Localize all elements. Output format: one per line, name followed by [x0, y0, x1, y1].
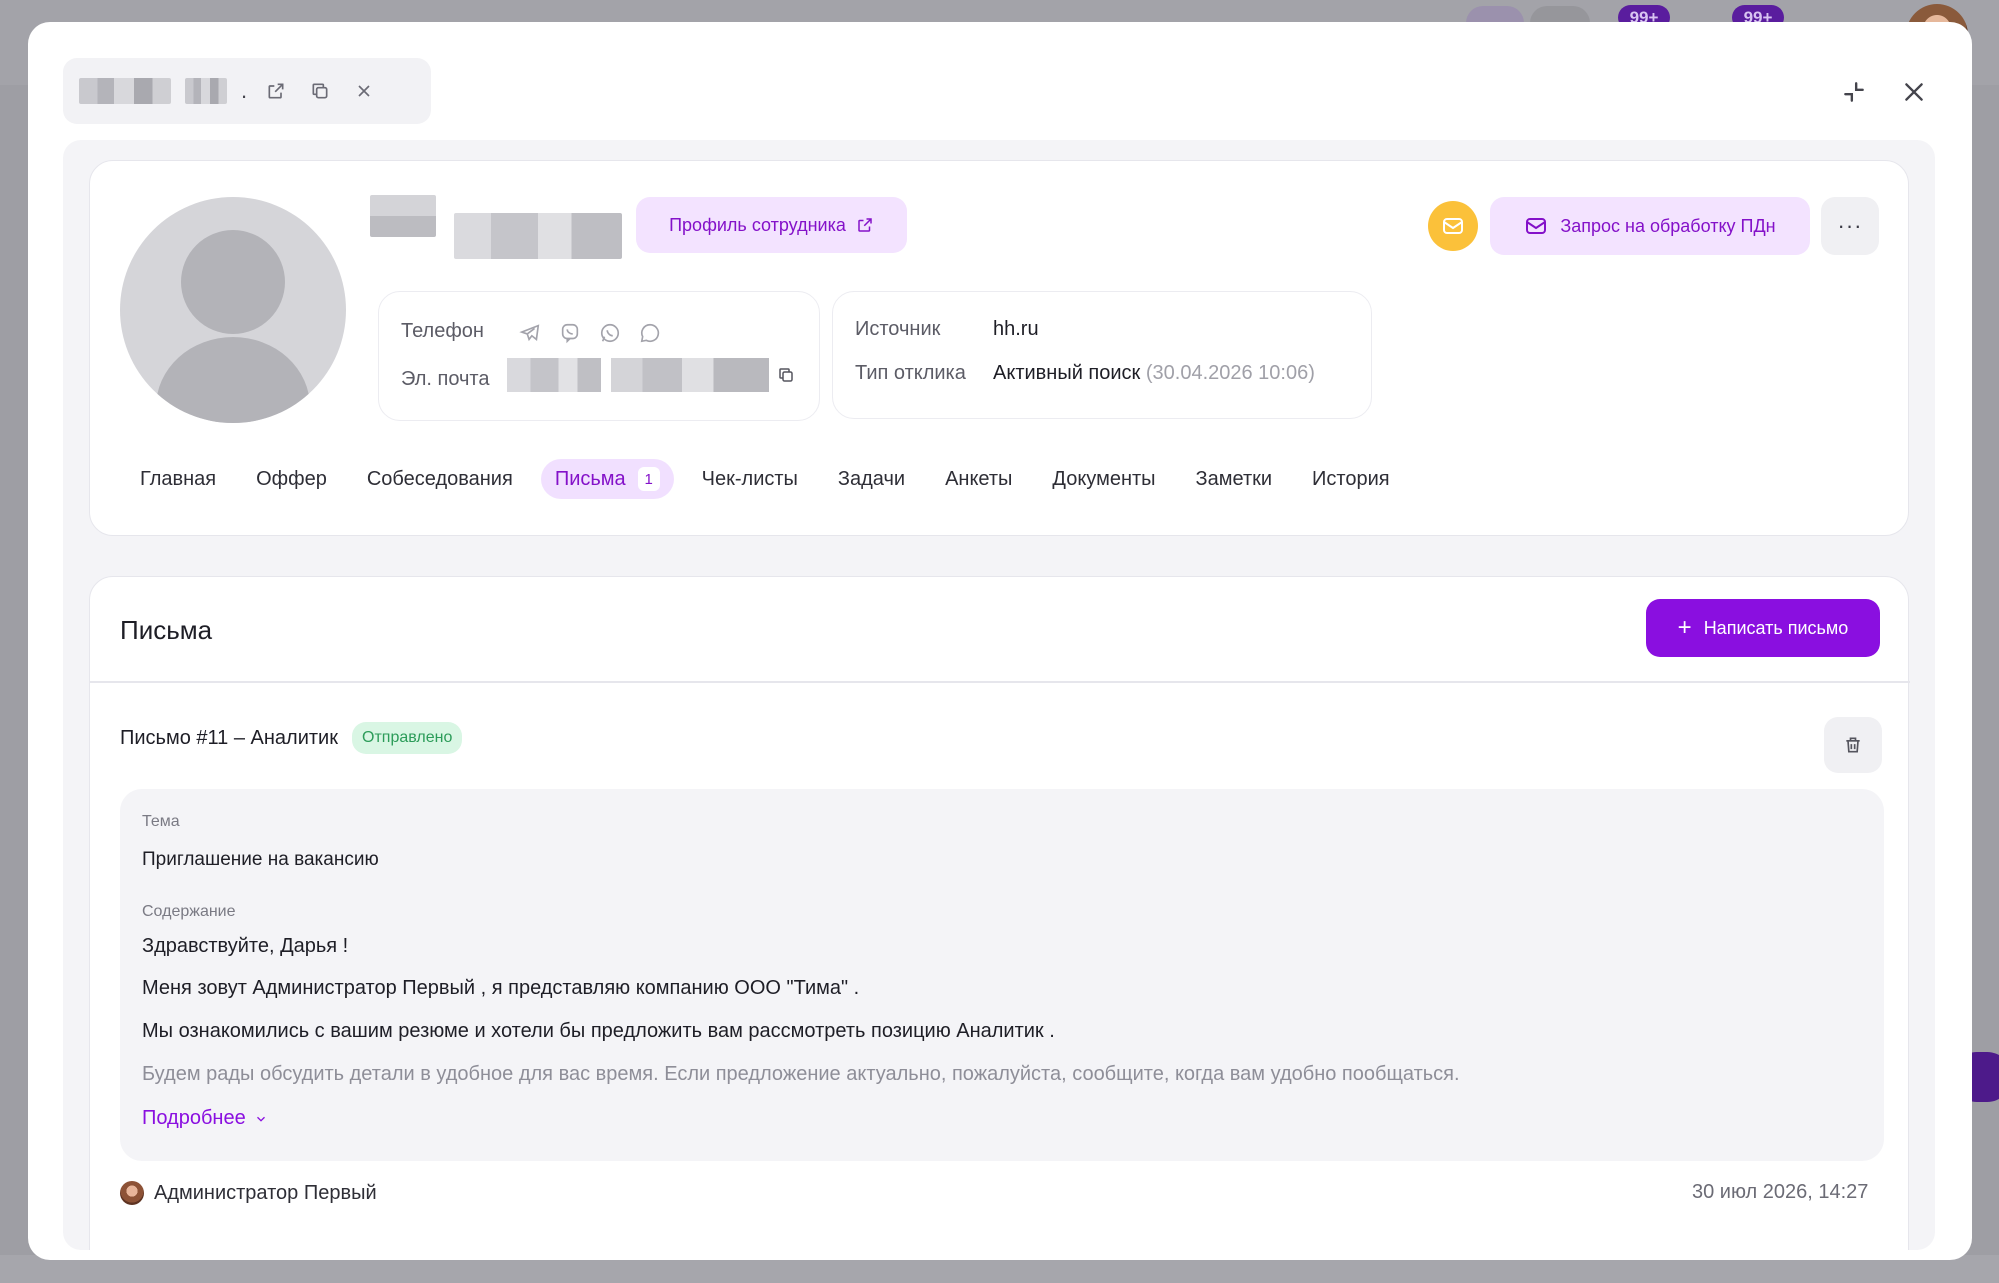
- telegram-icon[interactable]: [519, 322, 541, 344]
- pdn-request-label: Запрос на обработку ПДн: [1560, 215, 1776, 236]
- source-label: Источник: [855, 318, 941, 340]
- tab-interviews[interactable]: Собеседования: [347, 459, 533, 499]
- tab-label: Анкеты: [945, 467, 1013, 490]
- tab-dot: .: [241, 78, 248, 103]
- letter-line: Здравствуйте, Дарья !: [142, 935, 349, 957]
- chat-icon[interactable]: [639, 322, 661, 344]
- tab-label: Главная: [140, 467, 217, 490]
- source-box: Источник hh.ru Тип отклика Активный поис…: [832, 291, 1372, 419]
- tab-documents[interactable]: Документы: [1032, 459, 1175, 499]
- redacted-candidate-name: [454, 213, 622, 259]
- pdn-request-button[interactable]: Запрос на обработку ПДн: [1490, 197, 1810, 255]
- candidate-modal: . Профиль сотрудника Запрос на обработку…: [28, 22, 1972, 1260]
- show-more-link[interactable]: Подробнее: [142, 1107, 268, 1130]
- avatar-head: [181, 230, 285, 334]
- chevron-down-icon: [256, 1116, 265, 1122]
- letter-subject: Приглашение на вакансию: [142, 849, 379, 870]
- plus-icon: +: [1677, 614, 1692, 641]
- response-type-value: Активный поиск (30.04.2026 10:06): [993, 362, 1315, 385]
- tab-label: Оффер: [256, 467, 327, 490]
- tab-label: Задачи: [837, 467, 906, 490]
- write-letter-label: Написать письмо: [1703, 617, 1849, 638]
- more-icon: ···: [1837, 213, 1863, 238]
- modal-content: Профиль сотрудника Запрос на обработку П…: [63, 140, 1935, 1250]
- divider: [90, 681, 1910, 683]
- letter-line: Мы ознакомились с вашим резюме и хотели …: [142, 1020, 1055, 1042]
- mail-edit-icon: [1526, 218, 1547, 234]
- tab-letters[interactable]: Письма 1: [540, 459, 674, 499]
- letter-line: Меня зовут Администратор Первый , я пред…: [142, 977, 860, 999]
- letters-title: Письма: [120, 615, 213, 645]
- copy-icon[interactable]: [305, 76, 335, 106]
- status-badge: Отправлено: [352, 722, 463, 754]
- author-avatar: [120, 1181, 144, 1205]
- response-type-label: Тип отклика: [855, 362, 966, 384]
- tab-notes[interactable]: Заметки: [1176, 459, 1293, 499]
- mail-status-icon[interactable]: [1428, 201, 1478, 251]
- viber-icon[interactable]: [559, 322, 581, 344]
- phone-label: Телефон: [401, 320, 484, 342]
- letter-line: Будем рады обсудить детали в удобное для…: [142, 1063, 1460, 1085]
- delete-letter-button[interactable]: [1824, 717, 1882, 773]
- copy-email-icon[interactable]: [777, 366, 795, 389]
- content-label: Содержание: [142, 903, 236, 920]
- external-link-icon: [858, 218, 872, 232]
- redacted-candidate-name: [79, 78, 171, 104]
- redacted-candidate-name: [185, 78, 227, 104]
- whatsapp-icon[interactable]: [599, 322, 621, 344]
- tab-questionnaires[interactable]: Анкеты: [925, 459, 1032, 499]
- employee-profile-label: Профиль сотрудника: [669, 214, 846, 235]
- tab-main[interactable]: Главная: [120, 459, 236, 499]
- show-more-label: Подробнее: [142, 1107, 246, 1129]
- trash-icon: [1846, 737, 1860, 753]
- subject-label: Тема: [142, 813, 180, 830]
- close-tab-icon[interactable]: [349, 76, 379, 106]
- redacted-email: [611, 358, 769, 392]
- letter-date: 30 июл 2026, 14:27: [1692, 1181, 1869, 1203]
- tab-offer[interactable]: Оффер: [236, 459, 347, 499]
- tab-checklists[interactable]: Чек-листы: [682, 459, 818, 499]
- tab-label: Заметки: [1195, 467, 1273, 490]
- write-letter-button[interactable]: + Написать письмо: [1646, 599, 1880, 657]
- letters-card: Письма + Написать письмо Письмо #11 – Ан…: [89, 576, 1910, 1250]
- contacts-box: Телефон Эл. почта: [378, 291, 820, 421]
- email-label: Эл. почта: [401, 368, 490, 390]
- tab-label: Собеседования: [366, 467, 513, 490]
- avatar-body: [156, 337, 310, 423]
- tab-history[interactable]: История: [1292, 459, 1410, 499]
- open-external-icon[interactable]: [261, 76, 291, 106]
- redacted-candidate-name: [370, 195, 436, 237]
- response-type-text: Активный поиск: [993, 362, 1141, 384]
- more-actions-button[interactable]: ···: [1821, 197, 1879, 255]
- redacted-email: [507, 358, 601, 392]
- letter-body: Тема Приглашение на вакансию Содержание …: [120, 789, 1884, 1161]
- tab-tasks[interactable]: Задачи: [818, 459, 925, 499]
- employee-profile-button[interactable]: Профиль сотрудника: [636, 197, 907, 253]
- tab-label: Письма: [554, 467, 626, 490]
- source-value: hh.ru: [993, 318, 1039, 340]
- author-name: Администратор Первый: [154, 1181, 377, 1204]
- tab-label: Чек-листы: [701, 467, 798, 490]
- tab-count-badge: 1: [637, 467, 660, 491]
- response-type-date: (30.04.2026 10:06): [1145, 362, 1315, 384]
- profile-tabs: Главная Оффер Собеседования Письма 1 Чек…: [120, 459, 1410, 499]
- tab-label: Документы: [1052, 467, 1156, 490]
- tab-label: История: [1312, 467, 1390, 490]
- close-modal-icon[interactable]: [1894, 72, 1934, 112]
- letter-name: Письмо #11 – Аналитик: [120, 727, 338, 749]
- messenger-icons: [519, 322, 661, 344]
- candidate-avatar: [120, 197, 346, 423]
- candidate-tab-chip[interactable]: .: [63, 58, 431, 124]
- minimize-icon[interactable]: [1834, 72, 1874, 112]
- letter-author: Администратор Первый: [120, 1181, 377, 1205]
- candidate-profile-card: Профиль сотрудника Запрос на обработку П…: [89, 160, 1909, 536]
